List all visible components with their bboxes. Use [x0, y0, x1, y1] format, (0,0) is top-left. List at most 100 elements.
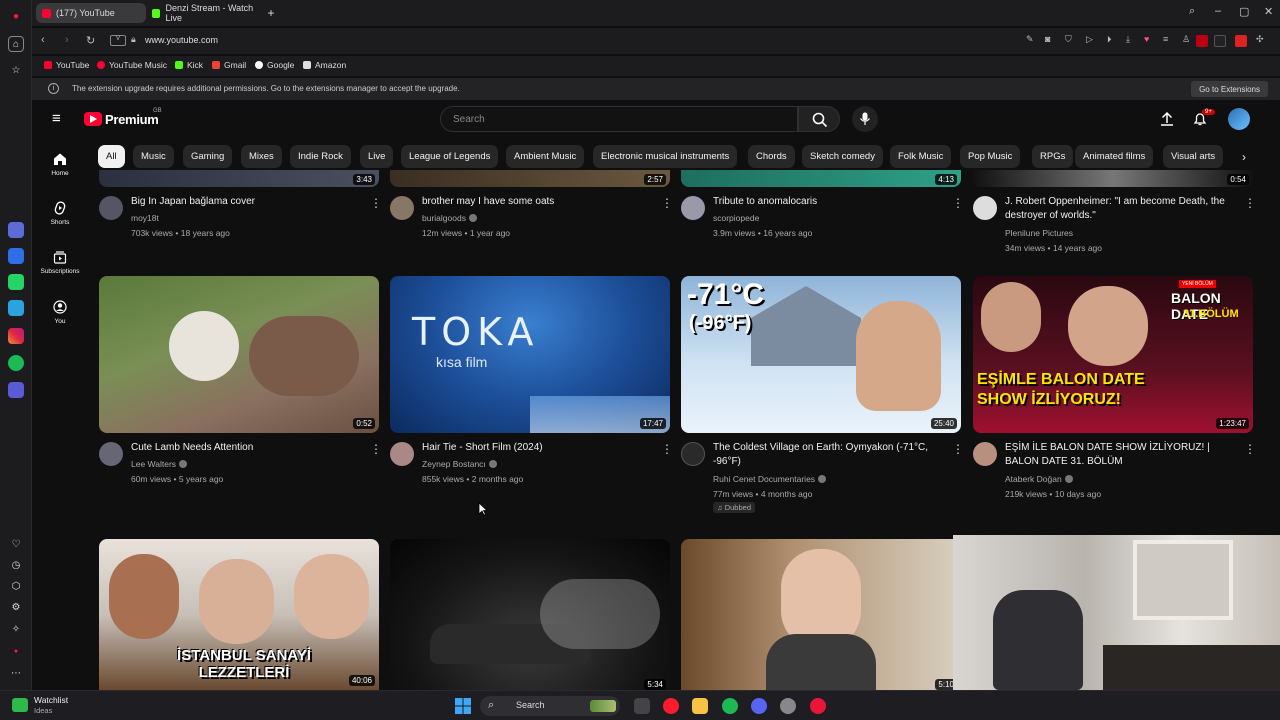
workspace-home-icon[interactable]: ⌂	[8, 36, 24, 52]
bookmark-youtube[interactable]: YouTube	[44, 60, 89, 70]
opera-icon[interactable]	[810, 698, 826, 714]
extension-icon[interactable]	[1214, 35, 1226, 47]
settings-icon[interactable]: ⚙	[8, 599, 24, 615]
channel-name[interactable]: Ataberk Doğan	[1005, 474, 1073, 484]
channel-avatar[interactable]	[390, 196, 414, 220]
channel-avatar[interactable]	[681, 442, 705, 466]
lightbulb-icon[interactable]: ✧	[8, 621, 24, 637]
video-title[interactable]: EŞİM İLE BALON DATE SHOW İZLİYORUZ! | BA…	[1005, 441, 1240, 469]
more-actions-icon[interactable]: ⋮	[370, 442, 382, 456]
vpn-icon[interactable]: ●	[8, 643, 24, 659]
puzzle-icon[interactable]: ✣	[1256, 34, 1264, 45]
send-icon[interactable]: ▷	[1086, 34, 1093, 45]
search-button[interactable]	[798, 106, 840, 132]
extension-icon[interactable]	[1235, 35, 1247, 47]
task-view-icon[interactable]	[634, 698, 650, 714]
guide-subscriptions[interactable]: Subscriptions	[32, 250, 88, 275]
opera-menu-icon[interactable]: ●	[8, 8, 24, 24]
guide-you[interactable]: You	[32, 300, 88, 325]
aria-icon[interactable]	[8, 222, 24, 238]
video-title[interactable]: Tribute to anomalocaris	[713, 195, 943, 209]
video-thumbnail[interactable]: 4:13	[681, 170, 961, 187]
chip-chords[interactable]: Chords	[748, 145, 795, 168]
video-title[interactable]: The Coldest Village on Earth: Oymyakon (…	[713, 441, 948, 469]
forward-button[interactable]: ›	[65, 34, 69, 46]
more-actions-icon[interactable]: ⋮	[952, 442, 964, 456]
discord-icon[interactable]	[751, 698, 767, 714]
channel-name[interactable]: Zeynep Bostancı	[422, 459, 497, 469]
spotify-icon[interactable]	[722, 698, 738, 714]
download-icon[interactable]: ⤓	[1126, 34, 1130, 45]
channel-name[interactable]: moy18t	[131, 213, 159, 223]
more-actions-icon[interactable]: ⋮	[1244, 442, 1256, 456]
widget-title[interactable]: Watchlist	[34, 695, 68, 705]
telegram-icon[interactable]	[8, 300, 24, 316]
channel-avatar[interactable]	[681, 196, 705, 220]
extension-icon[interactable]	[1196, 35, 1208, 47]
vpn-badge-icon[interactable]: V	[110, 35, 126, 46]
chip-visual-arts[interactable]: Visual arts	[1163, 145, 1224, 168]
more-actions-icon[interactable]: ⋮	[661, 442, 673, 456]
maximize-button[interactable]: ▢	[1239, 5, 1249, 18]
tab-denzi-stream[interactable]: Denzi Stream - Watch Live	[146, 3, 266, 23]
more-actions-icon[interactable]: ⋮	[952, 196, 964, 210]
history-icon[interactable]: ◷	[8, 557, 24, 573]
video-thumbnail[interactable]: 2:57	[390, 170, 670, 187]
profile-icon[interactable]: ♙	[1182, 34, 1190, 45]
tab-youtube[interactable]: (177) YouTube	[36, 3, 146, 23]
channel-name[interactable]: burialgoods	[422, 213, 477, 223]
video-title[interactable]: Cute Lamb Needs Attention	[131, 441, 361, 455]
channel-name[interactable]: Plenilune Pictures	[1005, 228, 1073, 238]
bookmark-google[interactable]: Google	[255, 60, 294, 70]
edit-icon[interactable]: ✎	[1026, 34, 1034, 45]
reload-button[interactable]: ↻	[86, 34, 95, 47]
messenger-icon[interactable]	[8, 248, 24, 264]
menu-icon[interactable]: ≡	[1163, 34, 1168, 44]
channel-name[interactable]: scorpiopede	[713, 213, 759, 223]
video-thumbnail[interactable]: -71°C (-96°F) 25:40	[681, 276, 961, 433]
guide-home[interactable]: Home	[32, 152, 88, 177]
more-actions-icon[interactable]: ⋮	[1244, 196, 1256, 210]
opera-gx-icon[interactable]	[663, 698, 679, 714]
more-actions-icon[interactable]: ⋮	[661, 196, 673, 210]
channel-avatar[interactable]	[99, 442, 123, 466]
channel-avatar[interactable]	[973, 196, 997, 220]
guide-shorts[interactable]: Shorts	[32, 201, 88, 226]
chip-electronic-musical-instruments[interactable]: Electronic musical instruments	[593, 145, 738, 168]
url-field[interactable]: www.youtube.com	[145, 35, 218, 45]
chip-live[interactable]: Live	[360, 145, 394, 168]
back-button[interactable]: ‹	[41, 34, 45, 46]
video-thumbnail[interactable]: 0:54	[973, 170, 1253, 187]
video-title[interactable]: J. Robert Oppenheimer: "I am become Deat…	[1005, 195, 1235, 223]
chip-all[interactable]: All	[98, 145, 125, 168]
upload-icon[interactable]	[1159, 111, 1175, 127]
chip-pop-music[interactable]: Pop Music	[960, 145, 1021, 168]
chips-next-arrow-icon[interactable]: ›	[1242, 150, 1246, 164]
spotify-icon[interactable]	[8, 355, 24, 371]
chip-indie-rock[interactable]: Indie Rock	[290, 145, 351, 168]
video-thumbnail[interactable]: 3:43	[99, 170, 379, 187]
channel-avatar[interactable]	[99, 196, 123, 220]
search-input[interactable]: Search	[440, 106, 798, 132]
video-thumbnail[interactable]: TOKA kısa film 17:47	[390, 276, 670, 433]
channel-name[interactable]: Ruhi Cenet Documentaries	[713, 474, 827, 484]
more-actions-icon[interactable]: ⋮	[370, 196, 382, 210]
steam-icon[interactable]	[780, 698, 796, 714]
chip-ambient-music[interactable]: Ambient Music	[506, 145, 585, 168]
hamburger-menu-icon[interactable]: ≡	[52, 110, 61, 127]
account-avatar[interactable]	[1228, 108, 1250, 130]
chip-gaming[interactable]: Gaming	[183, 145, 233, 168]
box-icon[interactable]: ⬡	[8, 578, 24, 594]
taskbar-search[interactable]: ⌕ Search	[480, 696, 620, 716]
close-button[interactable]: ✕	[1264, 5, 1273, 18]
chip-sketch-comedy[interactable]: Sketch comedy	[802, 145, 883, 168]
chip-folk-music[interactable]: Folk Music	[890, 145, 952, 168]
video-thumbnail[interactable]: İSTANBUL SANAYİ LEZZETLERİ 40:06	[99, 539, 379, 690]
windows-start-icon[interactable]	[455, 698, 471, 714]
channel-avatar[interactable]	[390, 442, 414, 466]
heart-icon[interactable]: ♡	[8, 536, 24, 552]
watchlist-widget-icon[interactable]	[12, 698, 28, 712]
file-explorer-icon[interactable]	[692, 698, 708, 714]
video-title[interactable]: brother may I have some oats	[422, 195, 652, 209]
lock-icon[interactable]: 🔒︎	[131, 34, 136, 45]
